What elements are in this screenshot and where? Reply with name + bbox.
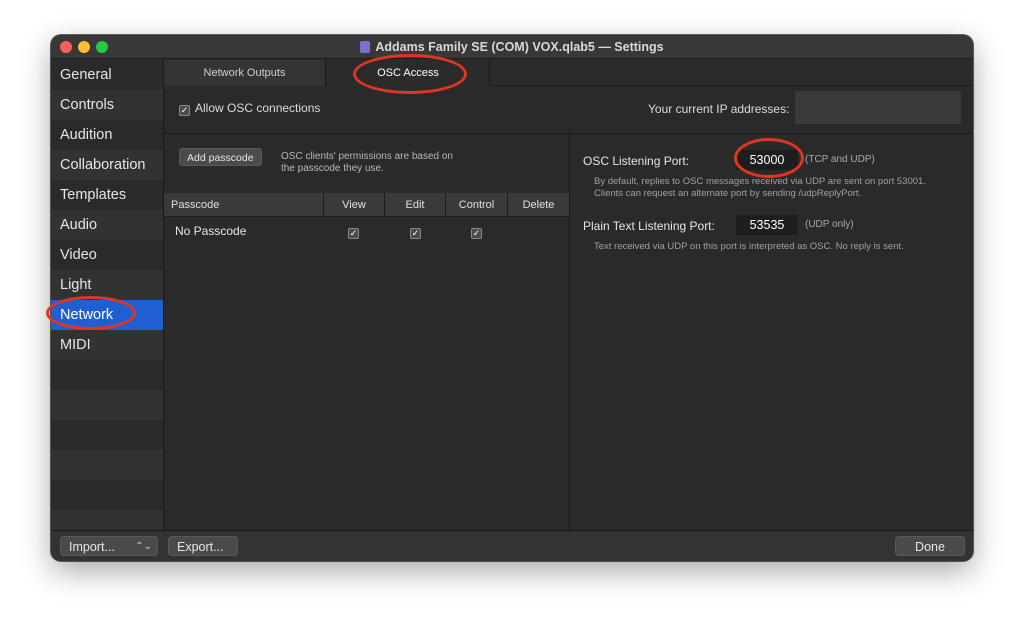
window-title-text: Addams Family SE (COM) VOX.qlab5 — Setti…	[375, 40, 664, 54]
sidebar-item-midi[interactable]: MIDI	[51, 330, 163, 360]
tab-osc-access[interactable]: OSC Access	[327, 60, 490, 86]
passcode-name: No Passcode	[175, 224, 247, 238]
sidebar-item-network[interactable]: Network	[51, 300, 163, 330]
import-label: Import...	[69, 540, 115, 554]
sidebar-empty-row	[51, 450, 163, 480]
allow-osc-label: Allow OSC connections	[195, 101, 321, 115]
plain-text-port-description: Text received via UDP on this port is in…	[594, 241, 904, 252]
column-view[interactable]: View	[324, 193, 385, 217]
import-select[interactable]: Import... ⌃⌄	[60, 536, 158, 556]
sidebar-item-general[interactable]: General	[51, 60, 163, 90]
ip-addresses-field	[795, 91, 961, 124]
updown-chevron-icon: ⌃⌄	[135, 541, 152, 552]
checkmark-icon: ✓	[471, 228, 482, 239]
settings-window: Addams Family SE (COM) VOX.qlab5 — Setti…	[51, 35, 973, 561]
osc-port-label: OSC Listening Port:	[583, 154, 690, 168]
osc-port-description: By default, replies to OSC messages rece…	[594, 176, 926, 199]
plain-text-port-label: Plain Text Listening Port:	[583, 219, 715, 233]
sidebar-item-audio[interactable]: Audio	[51, 210, 163, 240]
table-row[interactable]: No Passcode ✓ ✓ ✓	[164, 218, 569, 244]
edit-checkbox[interactable]: ✓	[410, 218, 422, 244]
done-button[interactable]: Done	[895, 536, 965, 556]
ports-pane: OSC Listening Port: 53000 (TCP and UDP) …	[570, 134, 973, 530]
sidebar-item-video[interactable]: Video	[51, 240, 163, 270]
column-passcode[interactable]: Passcode	[164, 193, 324, 217]
column-edit[interactable]: Edit	[385, 193, 446, 217]
sidebar-item-templates[interactable]: Templates	[51, 180, 163, 210]
osc-access-panel: ✓ Allow OSC connections Your current IP a…	[164, 87, 973, 530]
allow-osc-row[interactable]: ✓ Allow OSC connections	[179, 101, 320, 116]
sidebar-item-collaboration[interactable]: Collaboration	[51, 150, 163, 180]
passcode-pane: Add passcode OSC clients' permissions ar…	[164, 134, 569, 530]
sidebar-item-audition[interactable]: Audition	[51, 120, 163, 150]
checkmark-icon: ✓	[410, 228, 421, 239]
checkmark-icon: ✓	[348, 228, 359, 239]
document-icon	[360, 41, 371, 53]
export-button[interactable]: Export...	[168, 536, 238, 556]
sidebar-item-light[interactable]: Light	[51, 270, 163, 300]
sidebar-empty-row	[51, 420, 163, 450]
settings-sidebar: General Controls Audition Collaboration …	[51, 60, 163, 540]
passcode-table-header: Passcode View Edit Control Delete	[164, 193, 569, 217]
sidebar-empty-row	[51, 390, 163, 420]
column-delete[interactable]: Delete	[508, 193, 569, 217]
plain-text-port-note: (UDP only)	[805, 219, 854, 230]
bottom-bar: Import... ⌃⌄ Export... Done	[51, 530, 973, 561]
window-title: Addams Family SE (COM) VOX.qlab5 — Setti…	[51, 40, 973, 54]
tab-bar: Network Outputs OSC Access	[164, 60, 973, 86]
control-checkbox[interactable]: ✓	[471, 218, 483, 244]
permissions-note: OSC clients' permissions are based on th…	[281, 151, 453, 174]
title-bar: Addams Family SE (COM) VOX.qlab5 — Setti…	[51, 35, 973, 59]
column-control[interactable]: Control	[446, 193, 508, 217]
sidebar-empty-row	[51, 480, 163, 510]
allow-osc-checkbox[interactable]: ✓	[179, 105, 190, 116]
sidebar-item-controls[interactable]: Controls	[51, 90, 163, 120]
tab-network-outputs[interactable]: Network Outputs	[164, 60, 326, 86]
osc-port-field[interactable]: 53000	[736, 150, 798, 170]
plain-text-port-field[interactable]: 53535	[736, 215, 798, 235]
sidebar-empty-row	[51, 360, 163, 390]
add-passcode-button[interactable]: Add passcode	[179, 148, 262, 166]
view-checkbox[interactable]: ✓	[348, 218, 360, 244]
ip-addresses-label: Your current IP addresses:	[648, 102, 790, 116]
osc-port-note: (TCP and UDP)	[805, 154, 875, 165]
